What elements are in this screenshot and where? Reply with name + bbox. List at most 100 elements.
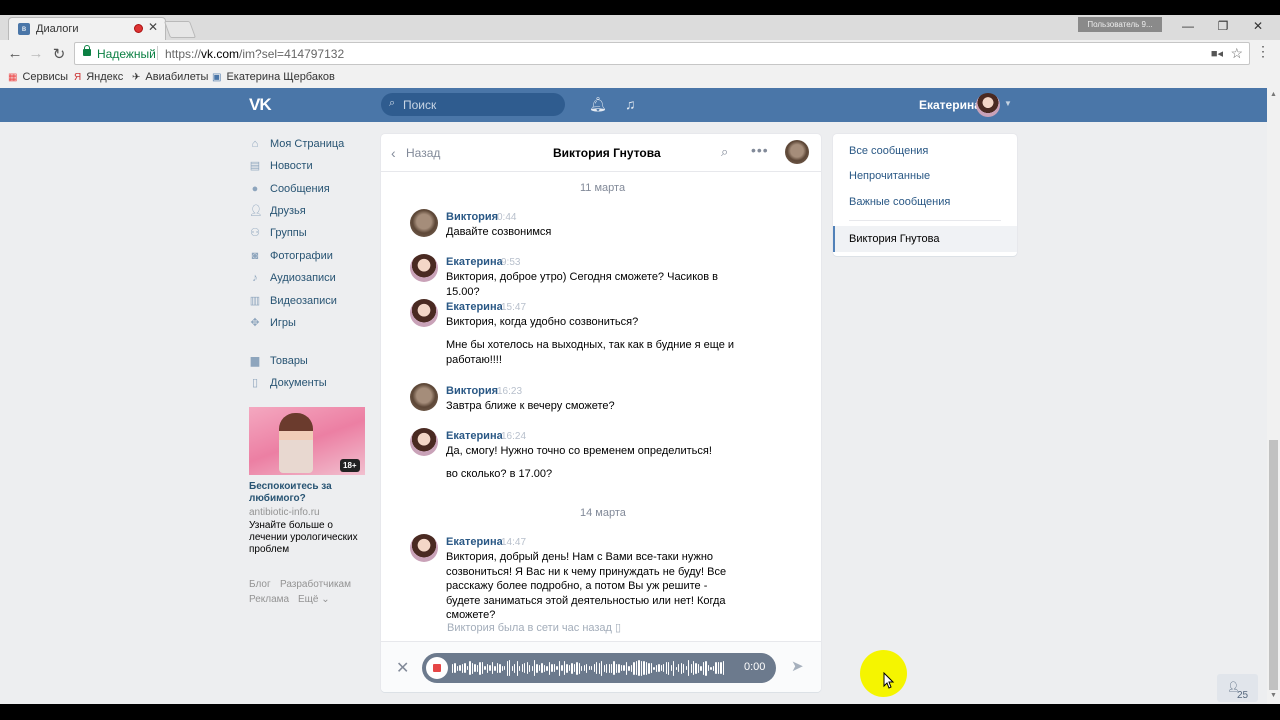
profile-badge[interactable]: Пользователь 9... bbox=[1078, 17, 1162, 32]
message-author[interactable]: Екатерина bbox=[446, 256, 503, 268]
chat-title[interactable]: Виктория Гнутова bbox=[553, 146, 661, 160]
footer-link-ads[interactable]: Реклама bbox=[249, 594, 289, 605]
bookmark-star-icon[interactable]: ☆ bbox=[1230, 45, 1243, 62]
ad-title[interactable]: Беспокоитесь за любимого? bbox=[249, 481, 365, 505]
waveform-bar bbox=[494, 665, 496, 671]
waveform-bar bbox=[705, 660, 707, 676]
waveform-bar bbox=[566, 663, 568, 673]
waveform-bar bbox=[717, 662, 720, 674]
header-user-name[interactable]: Екатерина bbox=[919, 98, 981, 112]
message-author[interactable]: Виктория bbox=[446, 211, 498, 223]
avatar[interactable] bbox=[410, 428, 438, 456]
bookmark-yandex[interactable]: Я Яндекс bbox=[74, 71, 123, 83]
cancel-recording-icon[interactable]: ✕ bbox=[396, 658, 409, 678]
voice-composer: ✕ 0:00 ➤ bbox=[381, 641, 821, 692]
chat-header: ‹ Назад Виктория Гнутова ⌕ ••• bbox=[381, 134, 821, 172]
waveform-bar bbox=[653, 666, 655, 670]
message-item: Екатерина 16:24 Да, смогу! Нужно точно с… bbox=[410, 428, 750, 483]
waveform-bar bbox=[722, 661, 725, 675]
scroll-down-icon[interactable]: ▼ bbox=[1270, 692, 1277, 699]
online-friends-badge[interactable]: 25 👤︎ bbox=[1217, 674, 1258, 702]
minimize-icon[interactable]: — bbox=[1178, 19, 1198, 33]
ad-image[interactable]: 18+ bbox=[249, 407, 365, 475]
scroll-thumb[interactable] bbox=[1269, 440, 1278, 690]
tab-close-icon[interactable]: ✕ bbox=[148, 20, 158, 34]
window-close-icon[interactable]: ✕ bbox=[1248, 19, 1268, 33]
waveform-bar bbox=[601, 660, 603, 676]
waveform-bar bbox=[633, 661, 635, 675]
waveform-bar bbox=[700, 665, 702, 671]
message-item: Виктория 16:23 Завтра ближе к вечеру смо… bbox=[410, 383, 750, 413]
page-scrollbar[interactable]: ▲ ▼ bbox=[1267, 88, 1280, 704]
avatar[interactable] bbox=[410, 534, 438, 562]
active-dialog-item[interactable]: Виктория Гнутова bbox=[833, 226, 1017, 252]
avatar[interactable] bbox=[410, 254, 438, 282]
stop-recording-button[interactable] bbox=[426, 657, 448, 679]
bookmark-services[interactable]: ▦ Сервисы bbox=[8, 71, 68, 83]
sidebar-item-label: Товары bbox=[270, 355, 308, 367]
footer-link-more[interactable]: Ещё ⌄ bbox=[298, 594, 330, 605]
vk-logo[interactable]: VK bbox=[249, 95, 272, 115]
waveform-bar bbox=[660, 665, 662, 671]
avatar[interactable] bbox=[410, 209, 438, 237]
browser-chrome: в Диалоги ✕ Пользователь 9... — ❐ ✕ ← → … bbox=[0, 15, 1280, 88]
search-icon[interactable]: ⌕ bbox=[721, 144, 728, 160]
scroll-up-icon[interactable]: ▲ bbox=[1270, 91, 1277, 98]
back-arrow-icon[interactable]: ← bbox=[6, 45, 24, 62]
ad-domain[interactable]: antibiotic-info.ru bbox=[249, 507, 320, 518]
stop-icon bbox=[433, 664, 441, 672]
waveform-bar bbox=[598, 662, 600, 674]
avatar[interactable] bbox=[410, 383, 438, 411]
message-text: Давайте созвонимся bbox=[446, 226, 552, 238]
waveform-bar bbox=[541, 663, 543, 673]
more-actions-icon[interactable]: ••• bbox=[751, 142, 769, 158]
waveform-bar bbox=[712, 665, 715, 671]
waveform-bar bbox=[665, 662, 667, 674]
maximize-icon[interactable]: ❐ bbox=[1213, 19, 1233, 33]
waveform-bar bbox=[548, 661, 551, 675]
new-tab-button[interactable] bbox=[163, 21, 197, 38]
waveform-bar bbox=[710, 666, 712, 670]
waveform-bar bbox=[658, 664, 660, 672]
message-author[interactable]: Екатерина bbox=[446, 536, 503, 548]
ad-text[interactable]: Узнайте больше о лечении урологических п… bbox=[249, 520, 365, 556]
browser-toolbar: ← → ↻ Надежный https://vk.com/im?sel=414… bbox=[0, 40, 1280, 68]
filter-unread[interactable]: Непрочитанные bbox=[849, 170, 930, 182]
bell-icon[interactable]: 🔔︎ bbox=[589, 96, 607, 113]
message-author[interactable]: Виктория bbox=[446, 385, 498, 397]
camera-icon[interactable]: ■◂ bbox=[1211, 47, 1223, 60]
music-note-icon[interactable]: ♫ bbox=[625, 96, 636, 112]
address-bar[interactable]: Надежный https://vk.com/im?sel=414797132… bbox=[74, 42, 1250, 65]
contact-avatar[interactable] bbox=[785, 140, 809, 164]
footer-link-developers[interactable]: Разработчикам bbox=[280, 579, 351, 590]
forward-arrow-icon[interactable]: → bbox=[27, 45, 45, 62]
search-input[interactable]: ⌕ Поиск bbox=[381, 93, 565, 116]
sidebar-item-label: Группы bbox=[270, 227, 307, 239]
url-prefix: https:// bbox=[165, 47, 202, 61]
bookmark-flights[interactable]: ✈ Авиабилеты bbox=[132, 71, 208, 83]
back-button[interactable]: Назад bbox=[406, 146, 440, 160]
waveform-bar bbox=[573, 664, 576, 672]
recording-bar: 0:00 bbox=[422, 653, 776, 683]
chevron-down-icon[interactable]: ▼ bbox=[1004, 99, 1012, 108]
waveform-bar bbox=[561, 665, 563, 671]
send-icon[interactable]: ➤ bbox=[791, 657, 804, 675]
chevron-left-icon[interactable]: ‹ bbox=[391, 145, 396, 161]
header-avatar[interactable] bbox=[976, 93, 1000, 117]
filter-important[interactable]: Важные сообщения bbox=[849, 196, 950, 208]
message-author[interactable]: Екатерина bbox=[446, 430, 503, 442]
waveform-bar bbox=[707, 665, 710, 671]
message-author[interactable]: Екатерина bbox=[446, 301, 503, 313]
bookmark-ekaterina[interactable]: ▣ Екатерина Щербаков bbox=[212, 71, 335, 83]
tab-dialogs[interactable]: в Диалоги ✕ bbox=[8, 17, 166, 40]
waveform-bar bbox=[591, 666, 593, 670]
waveform-bar bbox=[511, 665, 513, 671]
filter-all-messages[interactable]: Все сообщения bbox=[849, 145, 928, 157]
date-separator: 14 марта bbox=[580, 507, 626, 519]
waveform-bar bbox=[461, 663, 464, 673]
browser-menu-icon[interactable]: ⋮ bbox=[1256, 43, 1270, 60]
reload-icon[interactable]: ↻ bbox=[50, 45, 68, 63]
avatar[interactable] bbox=[410, 299, 438, 327]
waveform-bar bbox=[481, 662, 484, 674]
footer-link-blog[interactable]: Блог bbox=[249, 579, 271, 590]
